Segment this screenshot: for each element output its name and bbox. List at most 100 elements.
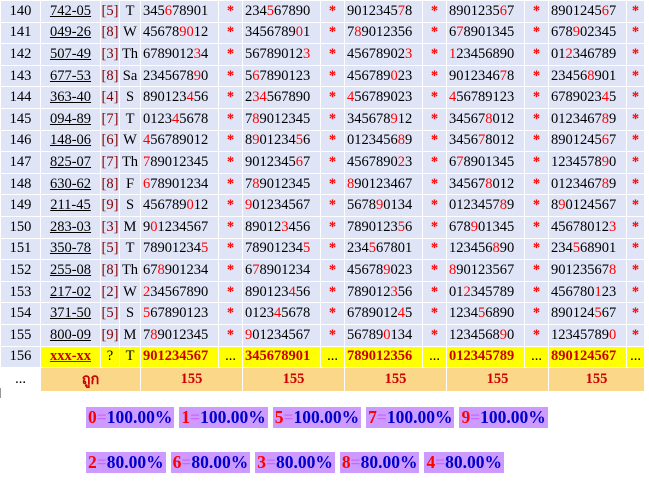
stat-equals: = <box>435 452 446 472</box>
prediction-cell: 012345789 <box>446 345 525 369</box>
star-marker: * <box>218 107 243 131</box>
number-cell: 890123467 <box>344 172 423 196</box>
digit-stat-badge: 7=100.00% <box>366 407 455 428</box>
star-marker: * <box>626 43 645 66</box>
digit-tag: [8] <box>100 172 120 196</box>
number-cell: 890124567 <box>548 194 627 217</box>
number-cell: 789012345 <box>242 107 321 131</box>
day-badge: F <box>119 172 141 196</box>
star-marker: * <box>626 172 645 196</box>
draw-code-link[interactable]: 255-08 <box>40 259 101 282</box>
number-cell: 012345678 <box>140 107 219 131</box>
star-marker: * <box>422 280 447 304</box>
number-cell: 456789023 <box>344 259 423 282</box>
table-row: 147 825-07 [7] Th 789012345 * 901234567 * 456789… <box>0 151 645 174</box>
number-cell: 456780123 <box>548 215 627 239</box>
correct-count: 155 <box>140 367 243 393</box>
number-cell: 012346789 <box>548 172 627 196</box>
number-cell: 567890134 <box>344 194 423 217</box>
stat-digit: 1 <box>181 407 191 427</box>
draw-code-link[interactable]: 363-40 <box>40 86 101 109</box>
draw-code-link[interactable]: 211-45 <box>40 194 101 217</box>
digit-tag: [9] <box>100 194 120 217</box>
prediction-cell: 345678901 <box>242 345 321 369</box>
digit-stat-badge: 2=80.00% <box>86 452 166 473</box>
star-marker: * <box>422 43 447 66</box>
draw-code-link[interactable]: 677-53 <box>40 64 101 88</box>
stat-digit: 8 <box>341 452 351 472</box>
table-row: 148 630-62 [8] F 678901234 * 789012345 * 8901234… <box>0 172 645 196</box>
number-cell: 345678012 <box>446 107 525 131</box>
table-row: 140 742-05 [5] T 345678901 * 234567890 * 9012345… <box>0 0 645 23</box>
draw-code-placeholder[interactable]: xxx-xx <box>40 345 101 369</box>
number-cell: 345678901 <box>242 21 321 45</box>
row-number: 142 <box>0 43 41 66</box>
digit-stat-badge: 9=100.00% <box>459 407 548 428</box>
star-marker: * <box>524 129 549 153</box>
day-badge: W <box>119 21 141 45</box>
day-badge: W <box>119 129 141 153</box>
star-marker: * <box>422 64 447 88</box>
number-cell: 456789012 <box>140 194 219 217</box>
number-cell: 456789023 <box>344 86 423 109</box>
draw-code-link[interactable]: 371-50 <box>40 302 101 325</box>
star-marker: * <box>320 259 345 282</box>
draw-code-link[interactable]: 350-78 <box>40 237 101 261</box>
star-marker: * <box>320 194 345 217</box>
number-cell: 234567890 <box>140 64 219 88</box>
ellipsis-cell: ... <box>0 367 41 393</box>
star-marker: * <box>422 215 447 239</box>
number-cell: 901234567 <box>242 323 321 347</box>
row-number: 145 <box>0 107 41 131</box>
stat-percent: 80.00% <box>191 452 249 472</box>
number-cell: 123456890 <box>446 323 525 347</box>
row-number: 146 <box>0 129 41 153</box>
number-cell: 567890123 <box>140 302 219 325</box>
day-badge: S <box>119 194 141 217</box>
star-marker: * <box>524 0 549 23</box>
number-cell: 012345678 <box>242 302 321 325</box>
star-marker: * <box>524 21 549 45</box>
star-marker: * <box>218 43 243 66</box>
number-cell: 456789023 <box>344 43 423 66</box>
star-marker: * <box>218 151 243 174</box>
number-cell: 789012356 <box>344 280 423 304</box>
row-number: 151 <box>0 237 41 261</box>
draw-code-link[interactable]: 800-09 <box>40 323 101 347</box>
star-marker: * <box>626 280 645 304</box>
table-row: 146 148-06 [6] W 456789012 * 890123456 * 0123456… <box>0 129 645 153</box>
number-cell: 012345689 <box>344 129 423 153</box>
star-marker: * <box>524 194 549 217</box>
draw-code-link[interactable]: 283-03 <box>40 215 101 239</box>
number-cell: 901234578 <box>344 0 423 23</box>
digit-tag: [7] <box>100 151 120 174</box>
star-marker: * <box>218 86 243 109</box>
table-row: 151 350-78 [5] T 789012345 * 789012345 * 2345678… <box>0 237 645 261</box>
number-cell: 012345789 <box>446 280 525 304</box>
number-cell: 234568901 <box>548 64 627 88</box>
stat-percent: 100.00% <box>386 407 453 427</box>
stat-percent: 100.00% <box>200 407 266 427</box>
draw-code-link[interactable]: 049-26 <box>40 21 101 45</box>
stat-equals: = <box>376 407 387 427</box>
draw-code-link[interactable]: 148-06 <box>40 129 101 153</box>
draw-code-link[interactable]: 742-05 <box>40 0 101 23</box>
number-cell: 678902345 <box>548 21 627 45</box>
draw-code-link[interactable]: 094-89 <box>40 107 101 131</box>
star-marker: * <box>524 172 549 196</box>
star-marker: * <box>626 64 645 88</box>
star-marker: * <box>320 0 345 23</box>
draw-code-link[interactable]: 825-07 <box>40 151 101 174</box>
row-number: 147 <box>0 151 41 174</box>
stat-equals: = <box>470 407 481 427</box>
star-marker: * <box>422 107 447 131</box>
number-cell: 234567890 <box>242 0 321 23</box>
number-cell: 456780123 <box>548 280 627 304</box>
digit-tag: ? <box>100 345 120 369</box>
draw-code-link[interactable]: 217-02 <box>40 280 101 304</box>
draw-code-link[interactable]: 507-49 <box>40 43 101 66</box>
digit-stat-badge: 3=80.00% <box>255 452 335 473</box>
number-cell: 567890134 <box>344 323 423 347</box>
correct-count: 155 <box>242 367 345 393</box>
draw-code-link[interactable]: 630-62 <box>40 172 101 196</box>
